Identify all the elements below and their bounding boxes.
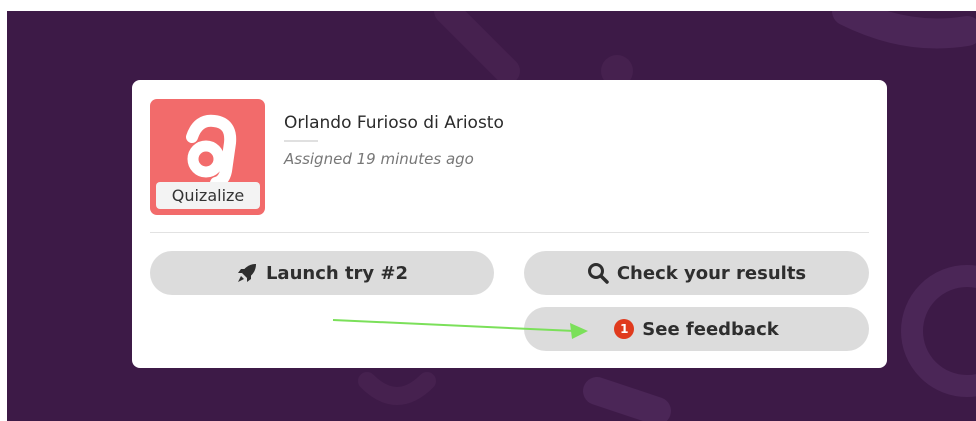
assigned-time: Assigned 19 minutes ago — [284, 150, 474, 168]
rocket-icon — [237, 264, 256, 282]
thumbnail-label: Quizalize — [156, 182, 260, 209]
check-results-button[interactable]: Check your results — [524, 251, 869, 295]
card-divider — [150, 232, 869, 233]
check-results-label: Check your results — [616, 262, 807, 284]
quizalize-thumbnail: Quizalize — [150, 99, 265, 215]
launch-try-label: Launch try #2 — [265, 262, 409, 284]
see-feedback-button[interactable]: 1 See feedback — [524, 307, 869, 351]
assignment-card: Quizalize Orlando Furioso di Ariosto Ass… — [132, 80, 887, 368]
see-feedback-label: See feedback — [642, 318, 779, 340]
launch-try-button[interactable]: Launch try #2 — [150, 251, 494, 295]
feedback-count-badge: 1 — [614, 319, 635, 339]
title-underline — [284, 140, 318, 142]
quiz-title: Orlando Furioso di Ariosto — [284, 113, 504, 133]
search-icon — [587, 263, 609, 284]
